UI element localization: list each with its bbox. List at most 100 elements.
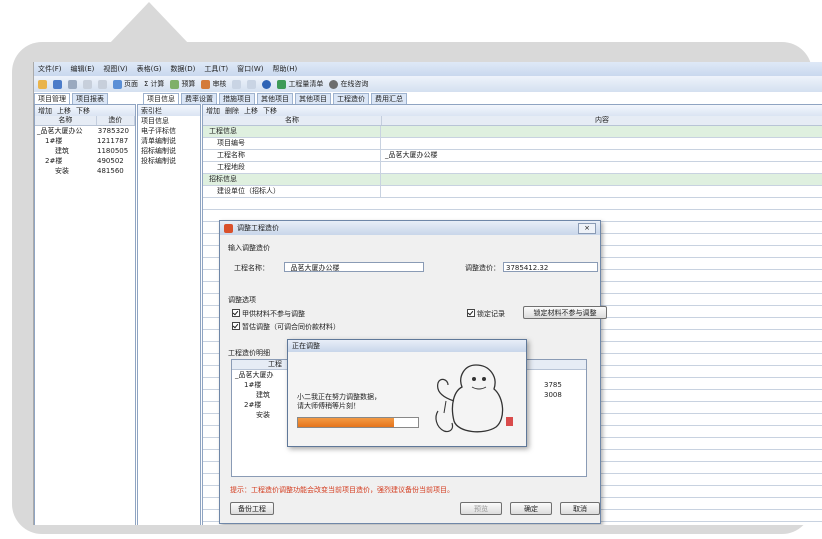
project-name-label: 工程名称： — [234, 264, 269, 272]
grid-toolbar: 增加 删除 上移 下移 — [203, 105, 822, 116]
option-provisional[interactable]: 暂估调整（可调合同价款材料） — [232, 322, 340, 332]
menu-bar: 文件(F) 编辑(E) 视图(V) 表格(G) 数据(D) 工具(T) 窗口(W… — [34, 62, 822, 76]
tab-other-2[interactable]: 其他项目 — [295, 93, 331, 104]
tab-measures[interactable]: 措施项目 — [219, 93, 255, 104]
undo-icon[interactable] — [83, 79, 92, 89]
adjust-price-field[interactable]: 3785412.32 — [503, 262, 598, 272]
tab-project-report[interactable]: 项目报表 — [72, 93, 108, 104]
grid-cell-name: 建设单位（招标人） — [203, 186, 381, 197]
dialog-close-button[interactable]: ⨯ — [578, 223, 596, 234]
tree-up-button[interactable]: 上移 — [57, 106, 71, 116]
index-title: 索引栏 — [138, 105, 200, 116]
grid-row[interactable]: 项目编号 — [203, 138, 822, 150]
tree-header: 名称 造价 — [35, 116, 135, 126]
menu-table[interactable]: 表格(G) — [137, 64, 162, 74]
tab-other-1[interactable]: 其他项目 — [257, 93, 293, 104]
find-icon[interactable] — [232, 79, 242, 89]
menu-edit[interactable]: 编辑(E) — [71, 64, 95, 74]
project-tree-panel: 增加 上移 下移 名称 造价 _品茗大厦办公 3785320 1#楼 12117… — [34, 104, 136, 525]
save-icon[interactable] — [53, 79, 62, 89]
backup-project-button[interactable]: 备份工程 — [230, 502, 274, 515]
toolbar-online[interactable]: 在线咨询 — [329, 79, 368, 89]
grid-group-row[interactable]: 工程信息 — [203, 126, 822, 138]
adjust-price-label: 调整造价： — [465, 264, 500, 272]
menu-tools[interactable]: 工具(T) — [204, 64, 228, 74]
consult-icon — [329, 79, 339, 89]
grid-cell-value[interactable] — [381, 162, 822, 173]
tree-row[interactable]: 1#楼 1211787 — [35, 136, 135, 146]
tab-fee-rate[interactable]: 费率设置 — [181, 93, 217, 104]
menu-help[interactable]: 帮助(H) — [273, 64, 298, 74]
toolbar-page[interactable]: 页面 — [113, 79, 138, 89]
grid-cell-value[interactable] — [381, 186, 822, 197]
toolbar-audit[interactable]: 审核 — [201, 79, 226, 89]
ok-button[interactable]: 确定 — [510, 502, 552, 515]
index-item[interactable]: 招标编制说 — [138, 146, 200, 156]
grid-cell-name: 工程信息 — [203, 126, 381, 137]
tree-row-value: 490502 — [97, 157, 124, 165]
tree-row[interactable]: 建筑 1180505 — [35, 146, 135, 156]
menu-window[interactable]: 窗口(W) — [237, 64, 263, 74]
option-supplied-material[interactable]: 甲供材料不参与调整 — [232, 309, 305, 319]
index-item[interactable]: 项目信息 — [138, 116, 200, 126]
grid-cell-value[interactable] — [381, 138, 822, 149]
toolbar-calc[interactable]: Σ 计算 — [144, 79, 164, 89]
grid-delete-button[interactable]: 删除 — [225, 106, 239, 116]
index-item[interactable]: 投标编制说 — [138, 156, 200, 166]
grid-add-button[interactable]: 增加 — [206, 106, 220, 116]
grid-up-button[interactable]: 上移 — [244, 106, 258, 116]
grid-row[interactable]: 建设单位（招标人） — [203, 186, 822, 198]
grid-row[interactable]: 工程名称 _品茗大厦办公楼 — [203, 150, 822, 162]
table-value: 3785 — [544, 381, 562, 389]
index-item[interactable]: 电子评标信 — [138, 126, 200, 136]
lock-material-button[interactable]: 锁定材料不参与调整 — [523, 306, 607, 319]
tree-row[interactable]: 安装 481560 — [35, 166, 135, 176]
grid-header: 名称 内容 — [203, 116, 822, 126]
progress-message-2: 请大师傅稍等片刻！ — [297, 402, 360, 410]
tree-row[interactable]: 2#楼 490502 — [35, 156, 135, 166]
toolbar-bill[interactable]: 工程量清单 — [277, 79, 323, 89]
tree-row-name: 建筑 — [55, 147, 69, 155]
dialog-title: 调整工程造价 — [237, 224, 279, 232]
tree-row-name: 安装 — [55, 167, 69, 175]
index-panel: 索引栏 项目信息 电子评标信 清单编制说 招标编制说 投标编制说 — [137, 104, 201, 525]
grid-row[interactable]: 工程地段 — [203, 162, 822, 174]
filter-icon[interactable] — [247, 79, 257, 89]
grid-group-row[interactable]: 招标信息 — [203, 174, 822, 186]
budget-icon — [170, 79, 180, 89]
option-lock-records[interactable]: 锁定记录 — [467, 309, 505, 319]
menu-data[interactable]: 数据(D) — [171, 64, 196, 74]
tab-summary[interactable]: 费用汇总 — [371, 93, 407, 104]
app-window: 文件(F) 编辑(E) 视图(V) 表格(G) 数据(D) 工具(T) 窗口(W… — [33, 62, 822, 525]
tree-add-button[interactable]: 增加 — [38, 106, 52, 116]
cancel-button[interactable]: 取消 — [560, 502, 600, 515]
tree-row[interactable]: _品茗大厦办公 3785320 — [35, 126, 135, 136]
grid-col-name: 名称 — [203, 116, 382, 125]
table-value: 3008 — [544, 391, 562, 399]
menu-view[interactable]: 视图(V) — [103, 64, 127, 74]
callout-notch — [109, 2, 189, 44]
tab-project-manage[interactable]: 项目管理 — [34, 93, 70, 104]
project-name-field[interactable]: _品茗大厦办公楼 — [284, 262, 424, 272]
grid-cell-name: 工程地段 — [203, 162, 381, 173]
tree-down-button[interactable]: 下移 — [76, 106, 90, 116]
info-icon[interactable] — [262, 79, 272, 89]
tab-cost[interactable]: 工程造价 — [333, 93, 369, 104]
app-icon — [224, 223, 233, 233]
redo-icon[interactable] — [98, 79, 107, 89]
main-tabs: 项目信息 费率设置 措施项目 其他项目 其他项目 工程造价 费用汇总 — [143, 92, 407, 104]
grid-down-button[interactable]: 下移 — [263, 106, 277, 116]
section-table-title: 工程造价明细 — [228, 349, 270, 357]
preview-button[interactable]: 预览 — [460, 502, 502, 515]
grid-col-content: 内容 — [382, 116, 822, 125]
new-file-icon[interactable] — [38, 79, 47, 89]
grid-cell-value[interactable]: _品茗大厦办公楼 — [381, 150, 822, 161]
grid-cell-name: 工程名称 — [203, 150, 381, 161]
tab-project-info[interactable]: 项目信息 — [143, 93, 179, 104]
bill-icon — [277, 79, 287, 89]
toolbar-budget[interactable]: 预算 — [170, 79, 195, 89]
dialog-titlebar: 调整工程造价 ⨯ — [220, 221, 600, 235]
print-icon[interactable] — [68, 79, 77, 89]
menu-file[interactable]: 文件(F) — [38, 64, 62, 74]
index-item[interactable]: 清单编制说 — [138, 136, 200, 146]
